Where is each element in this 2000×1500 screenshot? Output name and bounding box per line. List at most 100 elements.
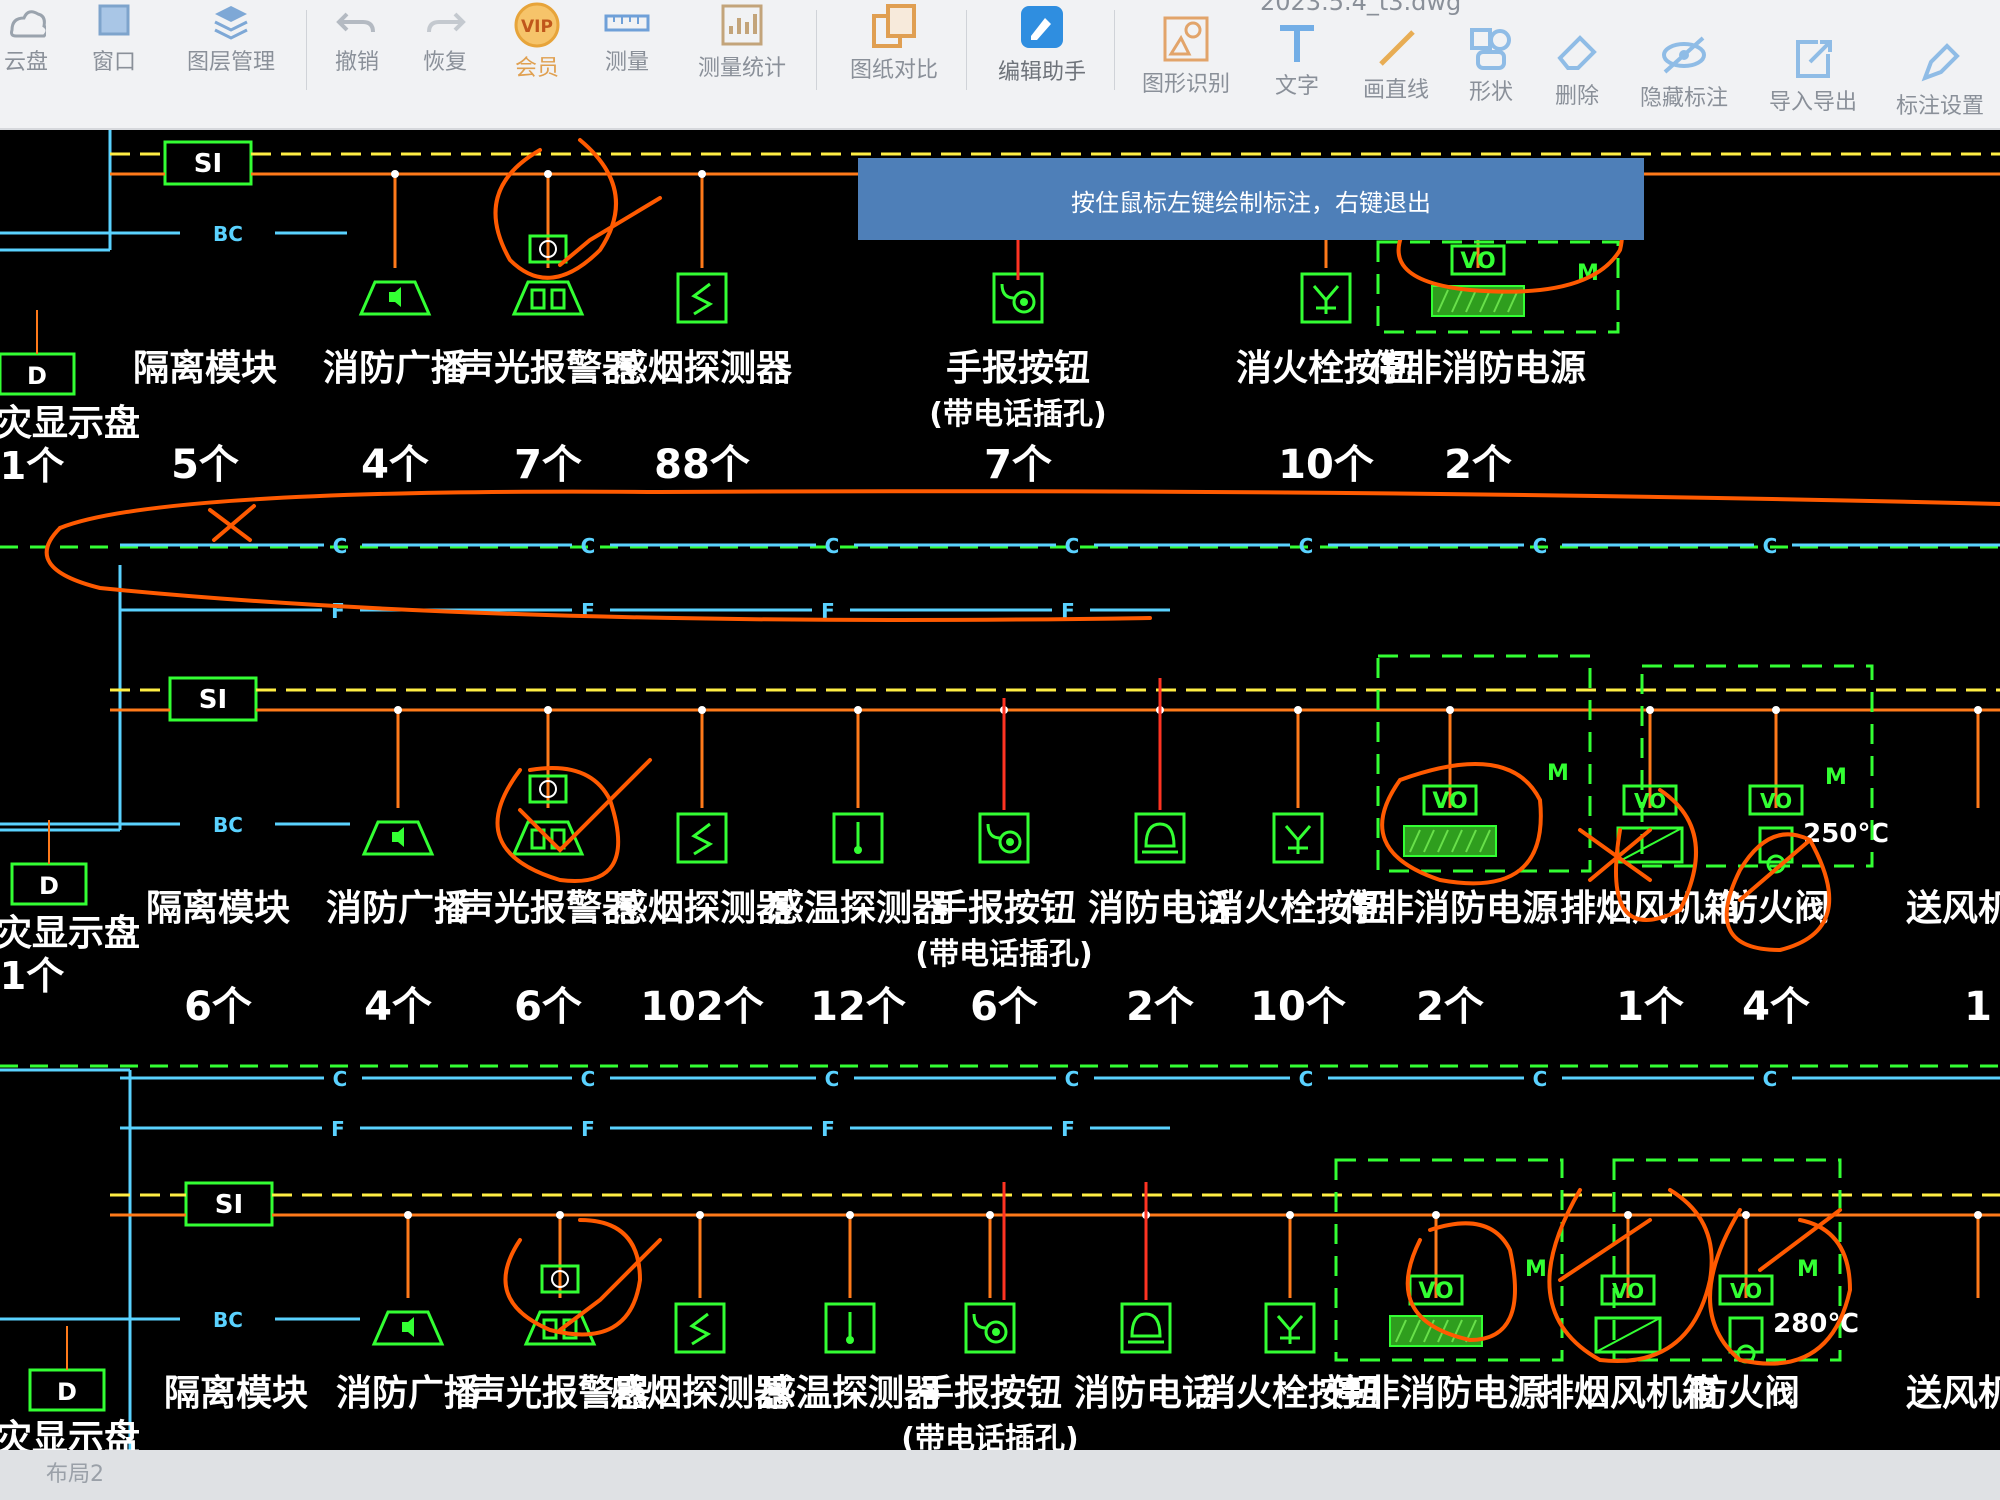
device-name-isolation-module: 隔离模块 (133, 348, 277, 389)
speaker-icon (358, 280, 432, 316)
device-count: 2个 (1416, 984, 1484, 1030)
device-count: 102个 (640, 984, 764, 1030)
junction-dot (391, 170, 399, 178)
toolbar-cloud[interactable]: 云盘 (0, 0, 52, 128)
device-name-speaker: 消防广播 (336, 1373, 481, 1414)
bus-f-label: F (1061, 1117, 1075, 1141)
si-trunk-label: SI (199, 685, 227, 715)
device-count: 2个 (1444, 442, 1512, 488)
junction-dot (1772, 706, 1780, 714)
device-count: 6个 (184, 984, 252, 1030)
device-sub-label: (带电话插孔) (901, 1422, 1078, 1450)
svg-text:VO: VO (1612, 1279, 1644, 1303)
markup-circle (495, 766, 621, 883)
junction-dot (544, 170, 552, 178)
markup-circle (1380, 762, 1543, 886)
svg-text:VO: VO (1760, 789, 1792, 813)
bus-c-label: C (1065, 1067, 1080, 1091)
device-name-smoke-detector: 感烟探测器 (612, 888, 793, 929)
svg-text:VO: VO (1460, 249, 1495, 274)
toolbar-compare[interactable]: 图纸对比 (838, 0, 950, 128)
device-name-manual-alarm-button: 手报按钮 (946, 348, 1090, 389)
line-icon (1379, 30, 1415, 66)
text-icon (1280, 25, 1314, 62)
measure-stats-icon (721, 4, 763, 46)
junction-dot (394, 706, 402, 714)
motor-label: M (1797, 1257, 1819, 1282)
device-name-cut-power: 停非消防电源 (1370, 348, 1586, 389)
svg-text:VO: VO (1432, 789, 1467, 814)
toolbar-edit-assistant[interactable]: 编辑助手 (986, 0, 1098, 128)
annotation-settings-icon (1921, 43, 1960, 82)
device-name-supply-fan: 送风机箱 (1906, 888, 2000, 929)
device-name-heat-detector: 感温探测器 (760, 1373, 941, 1414)
undo-icon (336, 12, 375, 33)
device-count: 6个 (970, 984, 1038, 1030)
toolbar-shape-recognition[interactable]: 图形识别 (1134, 12, 1238, 140)
si-trunk-label: SI (194, 149, 222, 179)
bus-c-label: C (581, 1067, 596, 1091)
toolbar-text[interactable]: 文字 (1268, 18, 1326, 146)
toolbar-measure[interactable]: 测量 (596, 0, 658, 128)
hide-annotation-icon (1662, 36, 1706, 74)
edit-assistant-icon (1021, 6, 1063, 48)
import-export-icon (1796, 40, 1832, 78)
smoke-detector-icon (676, 272, 728, 324)
toolbar-window[interactable]: 窗口 (82, 0, 146, 128)
markup-cross (208, 504, 256, 542)
bus-f-label: F (581, 1117, 595, 1141)
si-trunk-label: SI (215, 1190, 243, 1220)
compare-icon (872, 4, 916, 48)
manual-alarm-button-icon (964, 1302, 1016, 1354)
toolbar-measure-stats[interactable]: 测量统计 (690, 0, 794, 128)
cad-drawing: CCCCCCCFFFFCCCCCCCFFFFSIBCD火灾显示盘1个隔离模块5个… (0, 130, 2000, 1450)
fire-damper-icon: VO (1748, 784, 1804, 874)
junction-dot (556, 1211, 564, 1219)
shape-icon (1470, 28, 1511, 70)
junction-dot (544, 706, 552, 714)
speaker-icon (371, 1310, 445, 1346)
device-count: 10个 (1278, 442, 1374, 488)
device-count: 2个 (1126, 984, 1194, 1030)
panel-count: 1个 (0, 444, 64, 488)
motor-label: M (1525, 1257, 1547, 1282)
bus-f-label: F (331, 1117, 345, 1141)
layout-tab[interactable]: 布局2 (30, 1458, 120, 1492)
junction-dot (1286, 1211, 1294, 1219)
cad-drawing-canvas[interactable]: CCCCCCCFFFFCCCCCCCFFFFSIBCD火灾显示盘1个隔离模块5个… (0, 130, 2000, 1450)
d-box-label: D (57, 1378, 77, 1406)
markup-circle (503, 1218, 643, 1337)
markup-loop (44, 526, 1152, 622)
device-count: 1 (1964, 984, 1992, 1030)
device-count: 5个 (171, 442, 239, 488)
toolbar-undo[interactable]: 撤销 (326, 0, 388, 128)
bus-f-label: F (331, 599, 345, 623)
device-name-fire-damper: 防火阀 (1722, 888, 1830, 929)
toolbar-vip[interactable]: VIP 会员 (504, 0, 570, 128)
junction-dot (404, 1211, 412, 1219)
junction-dot (1294, 706, 1302, 714)
layers-icon (214, 6, 248, 40)
toolbar-layers[interactable]: 图层管理 (176, 0, 286, 128)
vip-icon: VIP (514, 2, 560, 48)
smoke-fan-icon: VO (1594, 1274, 1662, 1354)
motor-label: M (1825, 765, 1847, 790)
toolbar-separator (966, 10, 967, 90)
junction-dot (1446, 706, 1454, 714)
junction-dot (1646, 706, 1654, 714)
bc-label: BC (213, 813, 243, 837)
device-name-cut-power: 停非消防电源 (1342, 888, 1558, 929)
markup-check (558, 1238, 662, 1332)
cloud-icon (10, 10, 46, 38)
cut-power-icon: VO (1403, 784, 1497, 857)
annotation-hint-banner: 按住鼠标左键绘制标注，右键退出 (858, 158, 1644, 240)
smoke-detector-icon (676, 812, 728, 864)
device-sub-label: (带电话插孔) (929, 397, 1106, 432)
fire-phone-icon (1120, 1302, 1172, 1354)
device-name-isolation-module: 隔离模块 (146, 888, 290, 929)
device-name-speaker: 消防广播 (323, 348, 468, 389)
motor-label: M (1547, 761, 1569, 786)
device-count: 7个 (984, 442, 1052, 488)
hydrant-button-icon (1272, 812, 1324, 864)
toolbar-redo[interactable]: 恢复 (414, 0, 476, 128)
